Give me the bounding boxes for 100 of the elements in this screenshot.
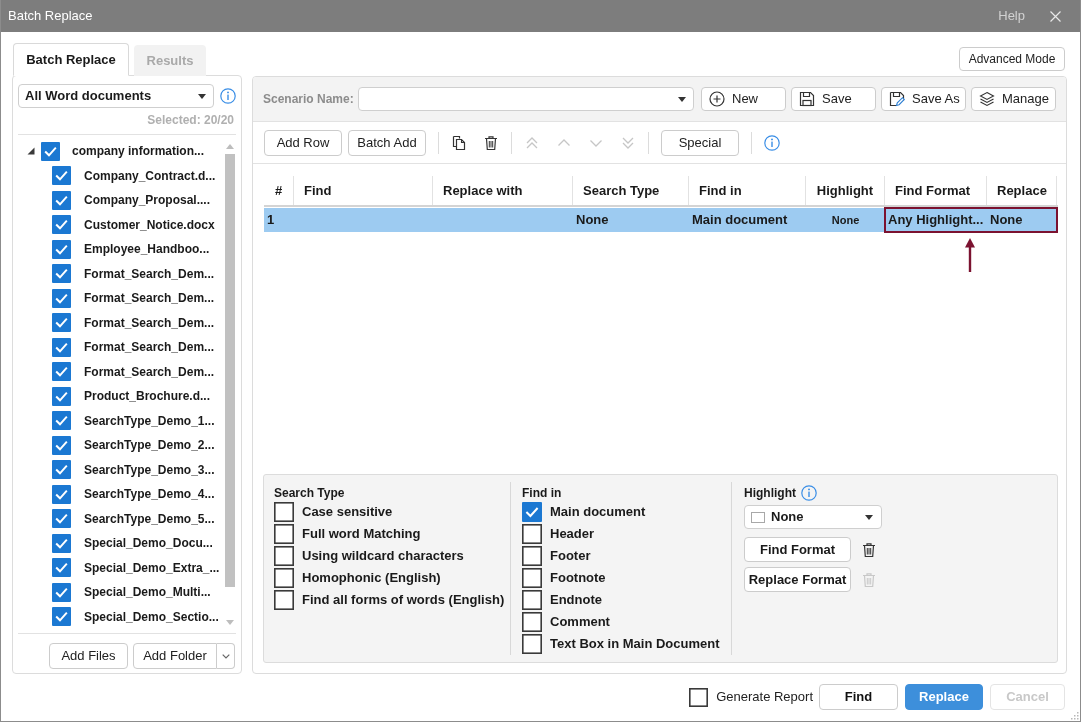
checkbox[interactable]: [274, 502, 294, 522]
triangle-icon[interactable]: [27, 147, 35, 156]
caret-icon: [678, 96, 686, 102]
file-name[interactable]: Format_Search_Dem...: [84, 338, 215, 357]
section-title: Find in: [522, 485, 562, 502]
column-header: Find: [294, 176, 433, 205]
checkbox[interactable]: [52, 190, 71, 210]
checkbox[interactable]: [52, 607, 71, 627]
chevron-down-icon: [221, 653, 230, 659]
checkbox[interactable]: [52, 435, 71, 455]
file-name[interactable]: Format_Search_Dem...: [84, 264, 215, 283]
file-name[interactable]: SearchType_Demo_3...: [84, 460, 215, 479]
caret-icon: [198, 93, 206, 99]
file-name[interactable]: Company_Proposal....: [84, 191, 211, 210]
up-arrow-icon: [965, 238, 975, 272]
checkbox[interactable]: [522, 524, 542, 544]
file-name[interactable]: SearchType_Demo_4...: [84, 485, 215, 504]
file-name[interactable]: SearchType_Demo_5...: [84, 509, 215, 528]
checkbox[interactable]: [52, 215, 71, 235]
manage-button[interactable]: Manage: [971, 87, 1056, 111]
info-icon: [220, 88, 236, 104]
close-icon[interactable]: [1050, 10, 1061, 22]
checkbox[interactable]: [274, 590, 294, 610]
checkbox[interactable]: [522, 502, 542, 522]
column-header: Replace with: [433, 176, 573, 205]
checkbox[interactable]: [522, 634, 542, 654]
toolbar-button[interactable]: Special: [661, 129, 739, 156]
dialog-button[interactable]: Find: [819, 684, 898, 710]
checkbox[interactable]: [52, 166, 71, 186]
checkbox[interactable]: [522, 546, 542, 566]
column-header: Find in: [689, 176, 806, 205]
checkbox[interactable]: [689, 687, 709, 707]
section-title: Highlight: [744, 485, 796, 502]
save-button[interactable]: Save: [791, 87, 876, 111]
checkbox[interactable]: [274, 546, 294, 566]
file-name[interactable]: Format_Search_Dem...: [84, 362, 215, 381]
checkbox[interactable]: [522, 568, 542, 588]
add-files-button[interactable]: Add Files: [49, 643, 128, 669]
file-name[interactable]: Special_Demo_Extra_...: [84, 558, 220, 577]
file-name[interactable]: Format_Search_Dem...: [84, 313, 215, 332]
checkbox-label: Find all forms of words (English): [302, 591, 505, 610]
format-button[interactable]: Find Format: [744, 537, 851, 562]
file-name[interactable]: Product_Brochure.d...: [84, 387, 211, 406]
table-cell-text: Main document: [691, 211, 789, 230]
checkbox[interactable]: [52, 460, 71, 480]
file-name[interactable]: Customer_Notice.docx: [84, 215, 215, 234]
checkbox[interactable]: [52, 313, 71, 333]
folder-name[interactable]: company information...: [72, 142, 204, 161]
checkbox[interactable]: [522, 590, 542, 610]
new-button[interactable]: New: [701, 87, 786, 111]
resize-grip-icon[interactable]: [1070, 711, 1079, 720]
checkbox[interactable]: [52, 533, 71, 553]
file-name[interactable]: Special_Demo_Multi...: [84, 583, 211, 602]
advanced-mode-button[interactable]: Advanced Mode: [959, 47, 1065, 71]
format-button[interactable]: Replace Format: [744, 567, 851, 592]
checkbox[interactable]: [52, 362, 71, 382]
add-folder-button[interactable]: Add Folder: [133, 643, 217, 669]
checkbox[interactable]: [52, 386, 71, 406]
file-name[interactable]: Format_Search_Dem...: [84, 289, 215, 308]
checkbox-label: Main document: [550, 503, 646, 522]
toolbar-button[interactable]: Add Row: [264, 129, 342, 156]
save-icon: [799, 91, 815, 107]
file-name[interactable]: Special_Demo_Docu...: [84, 534, 213, 553]
file-name[interactable]: Special_Demo_Sectio...: [84, 607, 219, 626]
checkbox-label: Using wildcard characters: [302, 547, 464, 566]
file-name[interactable]: Employee_Handboo...: [84, 240, 210, 259]
checkbox-label: Endnote: [550, 591, 602, 610]
save-as-button[interactable]: Save As: [881, 87, 966, 111]
column-header: Find Format: [885, 176, 987, 205]
checkbox[interactable]: [52, 484, 71, 504]
checkbox[interactable]: [52, 558, 71, 578]
table-cell-text: 1: [266, 211, 276, 230]
info-icon[interactable]: [764, 134, 780, 151]
checkbox-label: Footer: [550, 547, 591, 566]
checkbox[interactable]: [52, 582, 71, 602]
checkbox-label: Homophonic (English): [302, 569, 441, 588]
checkbox[interactable]: [52, 411, 71, 431]
checkbox[interactable]: [522, 612, 542, 632]
trash-icon[interactable]: [483, 134, 499, 151]
file-name[interactable]: SearchType_Demo_2...: [84, 436, 215, 455]
checkbox[interactable]: [52, 509, 71, 529]
tab[interactable]: Batch Replace: [13, 43, 129, 76]
selected-count: Selected: 20/20: [147, 113, 234, 128]
checkbox[interactable]: [41, 141, 60, 161]
highlight-dropdown[interactable]: None: [744, 505, 882, 529]
checkbox[interactable]: [52, 337, 71, 357]
file-name[interactable]: SearchType_Demo_1...: [84, 411, 215, 430]
checkbox[interactable]: [52, 264, 71, 284]
checkbox[interactable]: [274, 524, 294, 544]
column-header: #: [264, 176, 294, 205]
checkbox[interactable]: [52, 239, 71, 259]
copy-icon[interactable]: [451, 134, 467, 151]
toolbar-button[interactable]: Batch Add: [348, 129, 426, 156]
checkbox-label: Case sensitive: [302, 503, 393, 522]
file-filter-dropdown[interactable]: All Word documents: [18, 84, 214, 108]
checkbox[interactable]: [274, 568, 294, 588]
checkbox[interactable]: [52, 288, 71, 308]
file-name[interactable]: Company_Contract.d...: [84, 166, 216, 185]
color-swatch-icon: [751, 511, 765, 523]
trash-icon[interactable]: [861, 541, 877, 558]
